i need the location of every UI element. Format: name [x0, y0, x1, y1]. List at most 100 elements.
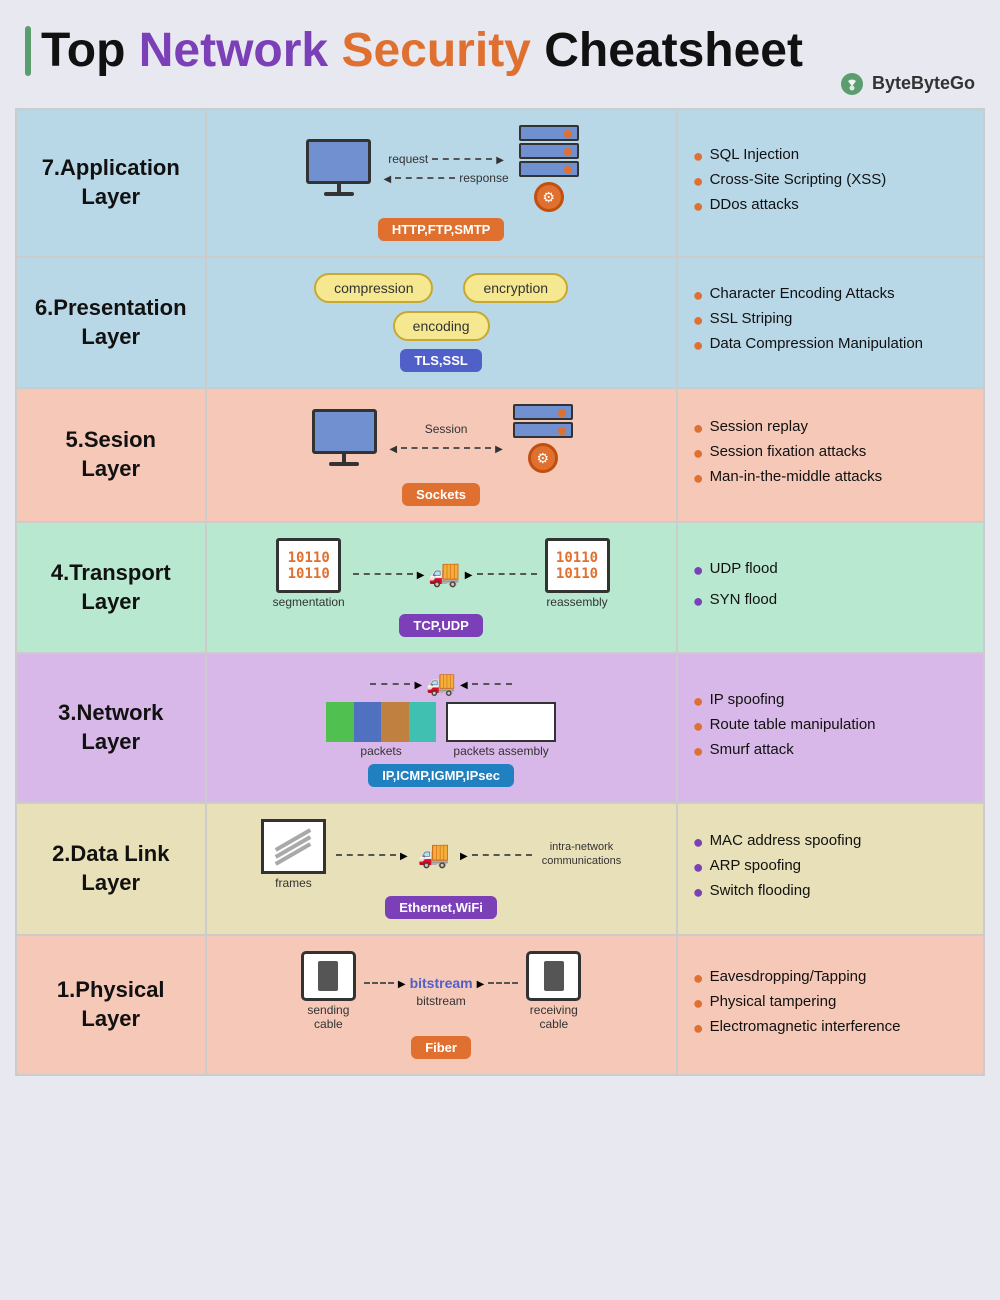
l3-bottom-row: packets packets assembly	[326, 702, 556, 758]
title-end: Cheatsheet	[531, 24, 803, 77]
server-unit-l5-2	[513, 422, 573, 438]
header-title: Top Network Security Cheatsheet	[41, 25, 803, 78]
layer-6-attacks-list: ●Character Encoding Attacks ●SSL Stripin…	[688, 280, 973, 365]
l2-arrows	[336, 846, 408, 864]
server-unit-1	[519, 125, 579, 141]
l3-packets: 🚚	[326, 669, 556, 758]
server-unit-3	[519, 161, 579, 177]
bullet: ●	[693, 286, 704, 304]
attack-item: ●ARP spoofing	[693, 857, 968, 876]
attack-item: ●Cross-Site Scripting (XSS)	[693, 171, 968, 190]
layer-3-diagram-cell: 🚚	[206, 653, 677, 803]
encoding-badge: encoding	[393, 311, 490, 341]
l2-line1	[336, 854, 396, 856]
layer-3-label: 3.Network Layer	[27, 699, 195, 756]
bullet: ●	[693, 469, 704, 487]
frame-lines	[273, 838, 313, 856]
packet-teal	[409, 702, 437, 742]
layer-7-attacks-list: ●SQL Injection ●Cross-Site Scripting (XS…	[688, 141, 973, 226]
layer-3-row: 3.Network Layer 🚚	[16, 653, 984, 803]
l4-visual: 10110 10110 segmentation 🚚	[273, 538, 610, 609]
monitor-screen-l5	[312, 409, 377, 454]
layer-3-attacks-list: ●IP spoofing ●Route table manipulation ●…	[688, 686, 973, 771]
bullet: ●	[693, 147, 704, 165]
attack-item: ●Route table manipulation	[693, 716, 968, 735]
data-block-right: 10110 10110	[545, 538, 610, 593]
layer-2-row: 2.Data Link Layer	[16, 803, 984, 935]
session-label-row: Session	[425, 422, 468, 436]
accent-bar	[25, 26, 31, 76]
title-network: Network	[139, 24, 328, 77]
l3-truck-row: 🚚	[370, 669, 511, 698]
packets-label: packets	[360, 744, 401, 758]
arrow-left-icon	[384, 171, 392, 185]
server-unit-2	[519, 143, 579, 159]
layer-2-attacks-cell: ●MAC address spoofing ●ARP spoofing ●Swi…	[677, 803, 984, 935]
segmentation-label: segmentation	[273, 595, 345, 609]
layer-5-diagram: Session ⚙	[217, 399, 666, 511]
server-unit-l5-1	[513, 404, 573, 420]
attack-item: ●Character Encoding Attacks	[693, 285, 968, 304]
truck-icon-l3: 🚚	[426, 669, 456, 698]
truck-icon-l2: 🚚	[418, 839, 450, 870]
l4-arrow-line1	[353, 573, 413, 575]
bitstream-sublabel: bitstream	[416, 994, 465, 1008]
bullet: ●	[693, 336, 704, 354]
l6-ovals-row1: compression encryption	[314, 273, 568, 303]
bullet: ●	[693, 444, 704, 462]
attack-item: ●IP spoofing	[693, 691, 968, 710]
layer-5-attacks-cell: ●Session replay ●Session fixation attack…	[677, 388, 984, 522]
layer-7-protocol-badge: HTTP,FTP,SMTP	[378, 218, 504, 241]
cable-port-send	[318, 961, 338, 991]
l2-arrows2	[460, 846, 532, 864]
layer-3-diagram: 🚚	[217, 664, 666, 792]
layer-4-protocol-badge: TCP,UDP	[399, 614, 482, 637]
layer-6-row: 6.Presentation Layer compression encrypt…	[16, 257, 984, 388]
l4-arrow-line2	[477, 573, 537, 575]
layer-6-label: 6.Presentation Layer	[27, 294, 195, 351]
truck-icon: 🚚	[428, 558, 460, 589]
layer-2-protocol-badge: Ethernet,WiFi	[385, 896, 497, 919]
monitor-base-l5	[329, 462, 359, 466]
response-arrow: response	[384, 171, 509, 185]
layer-5-protocol-badge: Sockets	[402, 483, 480, 506]
monitor-screen	[306, 139, 371, 184]
l2-line2	[472, 854, 532, 856]
monitor-base	[324, 192, 354, 196]
layer-1-row: 1.Physical Layer sendingcable	[16, 935, 984, 1075]
l4-arrow-right	[417, 565, 425, 583]
layer-4-row: 4.Transport Layer 10110 10110 segmentati…	[16, 522, 984, 653]
attack-item: ●SSL Striping	[693, 310, 968, 329]
bullet: ●	[693, 717, 704, 735]
layer-1-protocol-badge: Fiber	[411, 1036, 471, 1059]
l2-visual: frames 🚚 intra-network	[261, 819, 621, 890]
receiving-col: receivingcable	[526, 951, 581, 1031]
layer-3-protocol-badge: IP,ICMP,IGMP,IPsec	[368, 764, 514, 787]
session-label: Session	[425, 422, 468, 436]
session-arrows: Session	[389, 422, 502, 455]
bit-arrow2	[477, 974, 485, 992]
bitstream-text: bitstream	[410, 975, 473, 991]
assembly-label: packets assembly	[453, 744, 548, 758]
layer-1-diagram-cell: sendingcable bitstream bitstream	[206, 935, 677, 1075]
session-line	[401, 447, 491, 449]
sending-col: sendingcable	[301, 951, 356, 1031]
arrow-right-icon	[496, 152, 504, 166]
compression-badge: compression	[314, 273, 433, 303]
bullet: ●	[693, 419, 704, 437]
arrow-right-l5	[495, 441, 503, 455]
attack-item: ●Smurf attack	[693, 741, 968, 760]
frame-icon	[261, 819, 326, 874]
data-block-left: 10110 10110	[276, 538, 341, 593]
l4-arrows: 🚚	[353, 558, 537, 589]
l1-visual: sendingcable bitstream bitstream	[301, 951, 581, 1031]
layer-5-label: 5.Sesion Layer	[27, 426, 195, 483]
layer-1-diagram: sendingcable bitstream bitstream	[217, 946, 666, 1064]
monitor-stand	[337, 184, 341, 192]
packet-green	[326, 702, 354, 742]
sending-label: sendingcable	[307, 1003, 349, 1031]
server-icon: ⚙	[519, 125, 579, 212]
bit-line1	[364, 982, 394, 984]
bit-line2	[488, 982, 518, 984]
assembly-visual: packets assembly	[446, 702, 556, 758]
